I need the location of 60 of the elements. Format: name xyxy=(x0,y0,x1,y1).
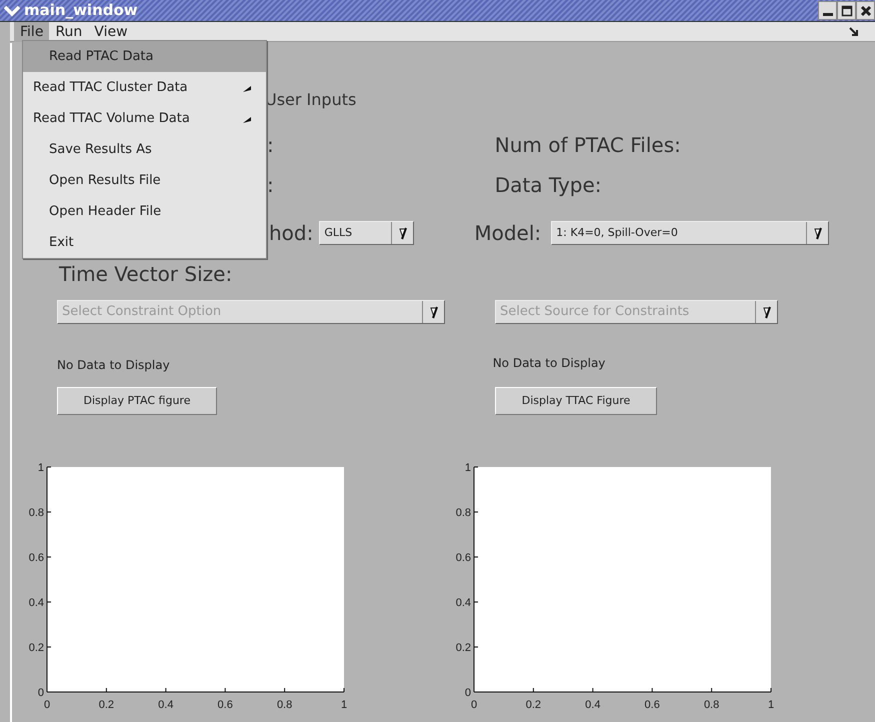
x-tick-label: 1 xyxy=(768,699,774,711)
y-tick-label: 0 xyxy=(38,687,44,699)
y-tick-label: 1 xyxy=(38,462,44,474)
x-tick-label: 0.4 xyxy=(158,699,174,711)
dock-arrow-icon[interactable] xyxy=(849,26,859,36)
x-tick-label: 0.6 xyxy=(644,699,660,711)
menu-item[interactable]: Read TTAC Cluster Data xyxy=(23,72,266,103)
y-tick-label: 0.4 xyxy=(456,597,471,609)
y-tick-label: 0.4 xyxy=(28,597,44,609)
y-tick-label: 0.8 xyxy=(28,507,44,519)
y-tick-label: 1 xyxy=(464,462,471,474)
window-title: main_window xyxy=(24,0,138,22)
menu-item[interactable]: File xyxy=(14,22,50,42)
close-icon xyxy=(860,4,872,16)
y-tick-label: 0.2 xyxy=(456,642,471,654)
maximize-button[interactable] xyxy=(837,1,856,20)
dropdown-arrow-icon xyxy=(812,226,823,240)
minimize-icon xyxy=(822,13,832,16)
x-tick-label: 0.2 xyxy=(98,699,114,711)
dropdown-arrow-icon xyxy=(428,305,438,319)
dropdown-arrow-icon xyxy=(762,305,772,319)
menu-item[interactable]: View xyxy=(88,22,134,42)
menu-item[interactable]: Save Results As xyxy=(23,134,266,165)
y-tick-label: 0.2 xyxy=(28,642,44,654)
y-tick-label: 0 xyxy=(464,687,471,699)
display-ptac-button[interactable]: Display PTAC figure xyxy=(57,387,217,415)
y-tick-label: 0.6 xyxy=(456,552,471,564)
menu-item[interactable]: Open Results File xyxy=(23,165,266,196)
status-text: No Data to Display xyxy=(57,357,170,374)
x-tick-label: 0.8 xyxy=(704,699,720,711)
x-tick-label: 0.4 xyxy=(585,699,600,711)
x-tick-label: 1 xyxy=(340,699,348,711)
status-text: No Data to Display xyxy=(492,354,606,372)
menu-item[interactable]: Open Header File xyxy=(23,196,266,227)
x-tick-label: 0 xyxy=(470,699,478,711)
menu-item[interactable]: Run xyxy=(49,22,88,42)
field-label: Time Vector Size: xyxy=(59,261,232,288)
dropdown-arrow-icon xyxy=(398,226,408,240)
x-tick-label: 0.2 xyxy=(526,699,542,711)
display-ttac-button[interactable]: Display TTAC Figure xyxy=(495,387,657,415)
method-dropdown[interactable]: GLLS xyxy=(319,221,414,245)
menu-item[interactable]: Exit xyxy=(23,227,266,258)
field-label: Data Type: xyxy=(494,172,602,199)
field-label: Num of PTAC Files: xyxy=(494,132,681,159)
x-tick-label: 0 xyxy=(44,699,50,711)
menu-item[interactable]: Read PTAC Data xyxy=(23,41,266,72)
y-tick-label: 0.6 xyxy=(28,552,44,564)
y-tick-label: 0.8 xyxy=(456,507,471,519)
minimize-button[interactable] xyxy=(818,1,837,20)
x-tick-label: 0.6 xyxy=(218,699,233,711)
field-label: : xyxy=(267,172,274,199)
menu-item[interactable]: Read TTAC Volume Data xyxy=(23,103,266,134)
chevron-down-icon xyxy=(4,5,20,18)
field-label: : xyxy=(267,132,274,159)
maximize-icon xyxy=(840,4,852,16)
field-label: Model: xyxy=(474,220,542,247)
close-button[interactable] xyxy=(856,1,875,20)
field-label: hod: xyxy=(269,220,314,247)
model-dropdown[interactable]: 1: K4=0, Spill-Over=0 xyxy=(551,221,830,245)
x-tick-label: 0.8 xyxy=(276,699,292,711)
